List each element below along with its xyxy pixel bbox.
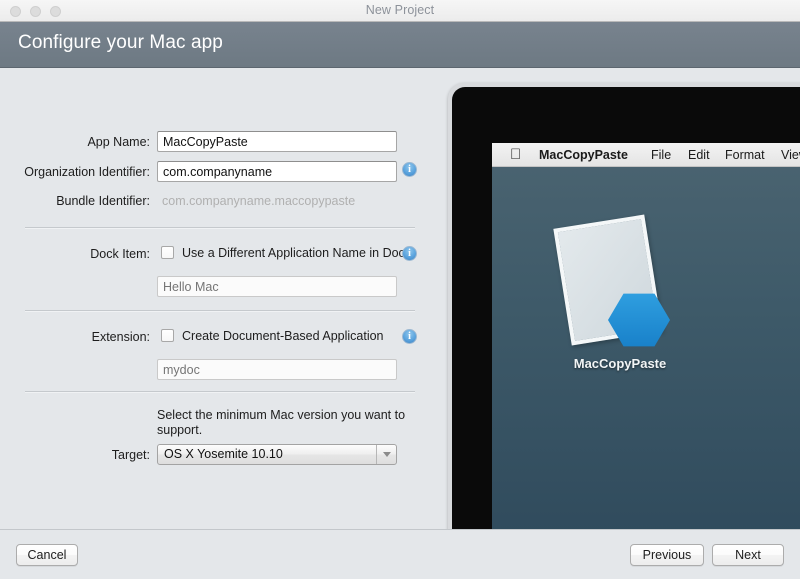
organization-identifier-info-icon[interactable]: i — [402, 162, 417, 177]
header-banner: Configure your Mac app — [0, 22, 800, 68]
chevron-down-icon[interactable] — [376, 445, 396, 464]
title-bar: New Project — [0, 0, 800, 22]
preview-menu-bar:  MacCopyPaste File Edit Format View — [492, 143, 800, 167]
extension-info-icon[interactable]: i — [402, 329, 417, 344]
configuration-form: App Name: Organization Identifier: i Bun… — [0, 68, 440, 529]
bundle-identifier-label: Bundle Identifier: — [56, 194, 150, 208]
app-name-input[interactable] — [157, 131, 397, 152]
target-selected-value: OS X Yosemite 10.10 — [164, 447, 283, 461]
mac-device-frame:  MacCopyPaste File Edit Format View Mac… — [448, 83, 800, 529]
extension-document-type-input[interactable] — [157, 359, 397, 380]
menu-item-format: Format — [725, 148, 765, 162]
target-help-text: Select the minimum Mac version you want … — [157, 408, 406, 437]
organization-identifier-label: Organization Identifier: — [24, 165, 150, 179]
dock-item-info-icon[interactable]: i — [402, 246, 417, 261]
separator-3 — [25, 391, 415, 393]
app-preview-pane:  MacCopyPaste File Edit Format View Mac… — [440, 68, 800, 529]
dock-item-label: Dock Item: — [90, 247, 150, 261]
dock-item-checkbox[interactable] — [161, 246, 174, 259]
menu-item-edit: Edit — [688, 148, 710, 162]
app-icon-label: MacCopyPaste — [573, 356, 667, 371]
apple-logo-icon:  — [510, 146, 521, 164]
window-title: New Project — [365, 3, 435, 17]
target-dropdown[interactable]: OS X Yosemite 10.10 — [157, 444, 397, 465]
footer-toolbar: Cancel Previous Next — [0, 529, 800, 579]
next-button[interactable]: Next — [712, 544, 784, 566]
menu-item-view: View — [781, 148, 800, 162]
cancel-button[interactable]: Cancel — [16, 544, 78, 566]
extension-checkbox[interactable] — [161, 329, 174, 342]
extension-label: Extension: — [91, 330, 150, 344]
separator-2 — [25, 310, 415, 312]
mac-desktop-screen:  MacCopyPaste File Edit Format View Mac… — [492, 143, 800, 529]
target-label: Target: — [111, 448, 150, 462]
mac-screen-bezel:  MacCopyPaste File Edit Format View Mac… — [452, 87, 800, 529]
organization-identifier-input[interactable] — [157, 161, 397, 182]
menu-item-file: File — [651, 148, 672, 162]
menu-item-app-name: MacCopyPaste — [539, 148, 628, 162]
bundle-identifier-value: com.companyname.maccopypaste — [162, 194, 356, 208]
page-title: Configure your Mac app — [18, 32, 223, 53]
dock-item-name-input[interactable] — [157, 276, 397, 297]
app-icon-preview: MacCopyPaste — [540, 213, 700, 388]
content-area: App Name: Organization Identifier: i Bun… — [0, 68, 800, 529]
previous-button[interactable]: Previous — [630, 544, 704, 566]
separator-1 — [25, 227, 415, 229]
extension-checkbox-label[interactable]: Create Document-Based Application — [182, 329, 384, 343]
new-project-window: New Project Configure your Mac app App N… — [0, 0, 800, 579]
dock-item-checkbox-label[interactable]: Use a Different Application Name in Dock — [182, 246, 411, 260]
app-name-label: App Name: — [87, 135, 150, 149]
